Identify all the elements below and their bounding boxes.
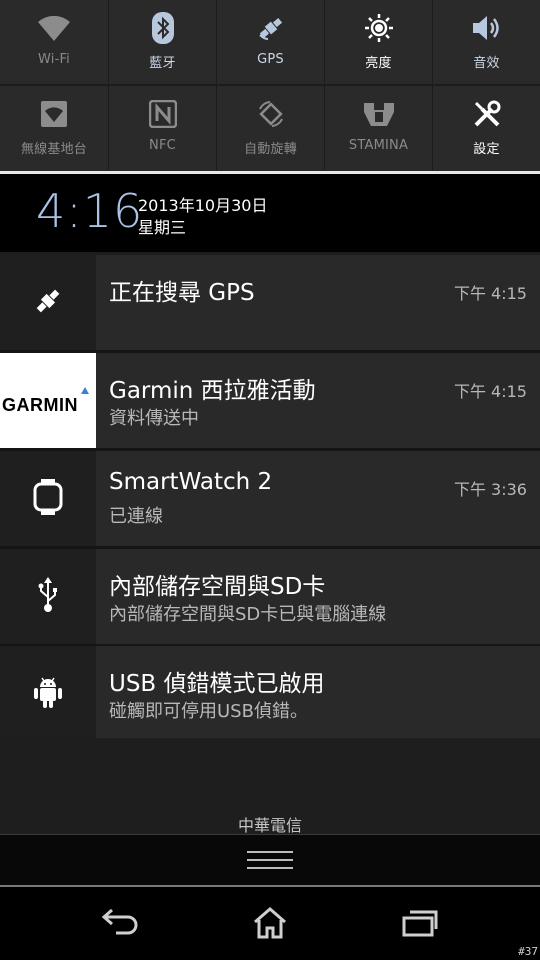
smartwatch-icon — [33, 478, 63, 519]
notification-time: 下午 4:15 — [453, 382, 527, 401]
notification-smartwatch-icon-box — [0, 451, 96, 546]
tile-auto-rotate-label: 自動旋轉 — [244, 142, 297, 157]
tile-stamina-label: STAMINA — [348, 138, 409, 153]
notification-smartwatch[interactable]: SmartWatch 2 已連線 下午 3:36 — [0, 451, 540, 546]
notification-title: 內部儲存空間與SD卡 — [109, 574, 326, 600]
nfc-icon — [109, 98, 216, 130]
recents-icon — [401, 908, 439, 942]
notification-subtitle: 資料傳送中 — [109, 408, 199, 429]
notification-time: 下午 4:15 — [453, 284, 527, 303]
clock-weekday: 星期三 — [138, 218, 187, 237]
clock-time: 4:16 — [36, 184, 144, 238]
drag-handle-line — [247, 851, 293, 853]
gps-satellite-icon — [33, 286, 63, 320]
notification-usb-debugging-icon-box — [0, 646, 96, 741]
gps-satellite-icon — [217, 12, 324, 44]
notification-gps[interactable]: 正在搜尋 GPS 下午 4:15 — [0, 255, 540, 350]
quick-settings-panel: Wi-Fi 藍牙 GPS 亮度 音效 無線基地台 NFC 自動旋轉 STAMIN… — [0, 0, 540, 171]
notification-title: SmartWatch 2 — [109, 469, 273, 495]
notification-gps-icon-box — [0, 255, 96, 350]
carrier-label: 中華電信 — [237, 816, 302, 835]
notification-title: 正在搜尋 GPS — [109, 280, 255, 306]
tile-gps[interactable]: GPS — [216, 0, 324, 84]
auto-rotate-icon — [217, 98, 324, 130]
clock-header[interactable]: 4:16 2013年10月30日 星期三 — [0, 174, 540, 252]
tile-settings-label: 設定 — [473, 142, 500, 157]
android-icon — [33, 675, 63, 713]
notification-time: 下午 3:36 — [453, 480, 527, 499]
tile-nfc[interactable]: NFC — [108, 86, 216, 170]
tile-bluetooth-label: 藍牙 — [149, 56, 176, 71]
tile-nfc-label: NFC — [149, 138, 176, 153]
settings-tools-icon — [433, 98, 540, 130]
tile-hotspot[interactable]: 無線基地台 — [0, 86, 108, 170]
notification-garmin[interactable]: GARMIN Garmin 西拉雅活動 資料傳送中 下午 4:15 — [0, 353, 540, 448]
home-icon — [252, 906, 288, 944]
tile-sound-label: 音效 — [473, 56, 500, 71]
tile-brightness[interactable]: 亮度 — [324, 0, 432, 84]
tile-hotspot-label: 無線基地台 — [20, 142, 87, 157]
tile-sound[interactable]: 音效 — [432, 0, 540, 84]
garmin-logo-text: GARMIN — [2, 395, 78, 415]
notification-storage[interactable]: 內部儲存空間與SD卡 內部儲存空間與SD卡已與電腦連線 — [0, 549, 540, 644]
tile-brightness-label: 亮度 — [365, 56, 392, 71]
wifi-icon — [0, 12, 108, 44]
hotspot-icon — [0, 98, 108, 130]
notification-title: Garmin 西拉雅活動 — [109, 378, 316, 404]
navigation-bar — [0, 887, 540, 960]
tile-stamina[interactable]: STAMINA — [324, 86, 432, 170]
tile-bluetooth[interactable]: 藍牙 — [108, 0, 216, 84]
tile-gps-label: GPS — [257, 52, 284, 67]
usb-icon — [36, 576, 60, 617]
notification-usb-debugging[interactable]: USB 偵錯模式已啟用 碰觸即可停用USB偵錯。 — [0, 646, 540, 741]
back-button[interactable] — [90, 903, 150, 947]
quick-settings-row-2: 無線基地台 NFC 自動旋轉 STAMINA 設定 — [0, 86, 540, 170]
notification-subtitle: 碰觸即可停用USB偵錯。 — [109, 701, 308, 722]
tile-auto-rotate[interactable]: 自動旋轉 — [216, 86, 324, 170]
drag-handle-line — [247, 867, 293, 869]
drag-handle-bar[interactable] — [0, 834, 540, 887]
tile-settings[interactable]: 設定 — [432, 86, 540, 170]
volume-icon — [433, 12, 540, 44]
stamina-icon — [325, 98, 432, 130]
tile-wifi-label: Wi-Fi — [37, 52, 70, 67]
notification-subtitle: 已連線 — [109, 506, 163, 527]
bluetooth-icon — [109, 12, 216, 44]
notification-subtitle: 內部儲存空間與SD卡已與電腦連線 — [109, 604, 387, 625]
recents-button[interactable] — [390, 903, 450, 947]
tile-wifi[interactable]: Wi-Fi — [0, 0, 108, 84]
notification-title: USB 偵錯模式已啟用 — [109, 671, 325, 697]
brightness-icon — [325, 12, 432, 44]
back-icon — [100, 908, 140, 942]
clock-date: 2013年10月30日 — [138, 196, 268, 215]
corner-label: #37 — [518, 945, 538, 958]
drag-handle-line — [247, 859, 293, 861]
quick-settings-row-1: Wi-Fi 藍牙 GPS 亮度 音效 — [0, 0, 540, 84]
notification-storage-icon-box — [0, 549, 96, 644]
garmin-logo: GARMIN — [0, 353, 96, 448]
home-button[interactable] — [240, 903, 300, 947]
